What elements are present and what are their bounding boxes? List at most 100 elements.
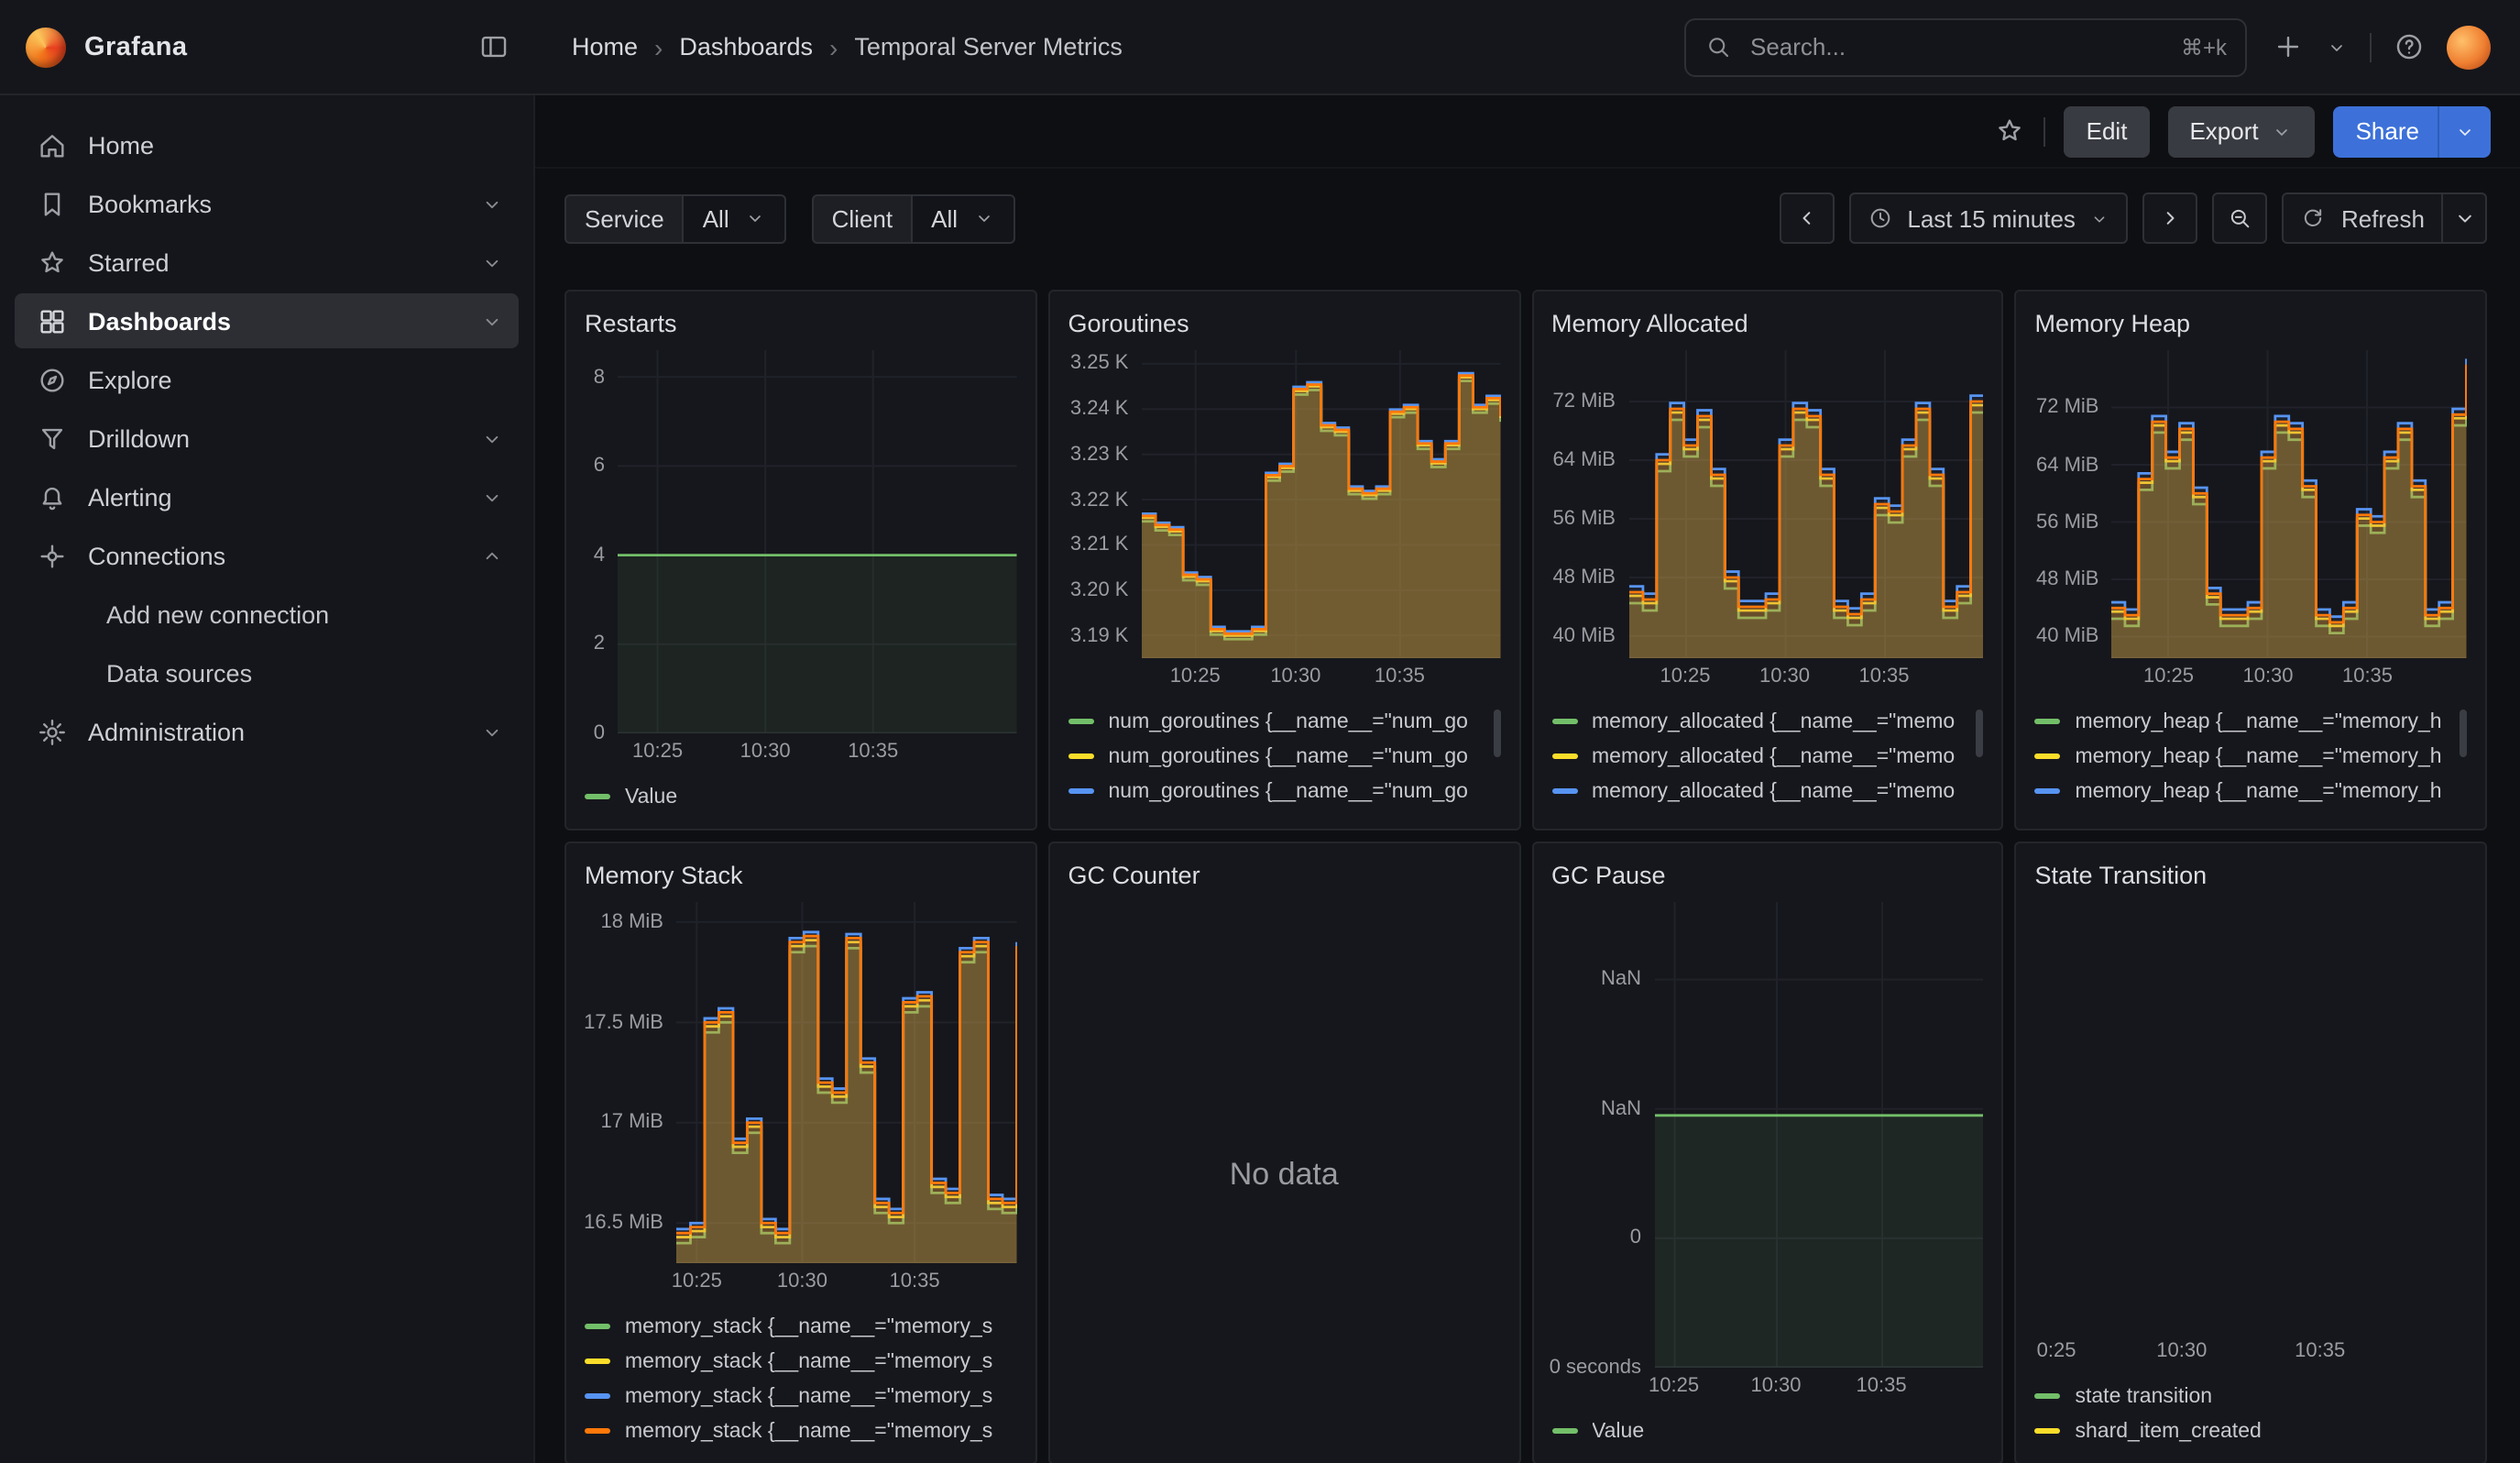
- y-tick-label: 56 MiB: [2036, 512, 2099, 534]
- panel-title: Restarts: [585, 309, 677, 336]
- sidebar-item-drilldown[interactable]: Drilldown: [15, 411, 519, 466]
- x-tick-label: 10:25: [1660, 666, 1710, 688]
- variable-client[interactable]: ClientAll: [812, 193, 1014, 243]
- y-tick-label: 3.20 K: [1070, 579, 1129, 601]
- y-tick-label: 3.24 K: [1070, 398, 1129, 420]
- plot-area[interactable]: [676, 902, 1017, 1263]
- legend-item[interactable]: memory_heap {__name__="memory_h: [2035, 774, 2468, 808]
- variable-label: Service: [564, 193, 683, 243]
- legend-item[interactable]: num_goroutines {__name__="num_go: [1068, 704, 1501, 739]
- panel-header[interactable]: GC Counter: [1068, 854, 1501, 895]
- plot-area[interactable]: [2112, 350, 2468, 658]
- plot-area[interactable]: [2035, 902, 2468, 1333]
- chevron-down-icon[interactable]: [480, 720, 504, 743]
- chevron-down-icon[interactable]: [2326, 36, 2348, 58]
- chevron-up-icon[interactable]: [480, 544, 504, 567]
- chevron-down-icon: [2272, 120, 2294, 142]
- panels-grid: Restarts0246810:2510:3010:35ValueGorouti…: [564, 290, 2487, 1463]
- x-axis: 10:2510:3010:35: [1142, 664, 1501, 697]
- zoom-out-icon[interactable]: [2213, 192, 2268, 244]
- chevron-down-icon[interactable]: [480, 485, 504, 509]
- legend-marker: [585, 794, 610, 799]
- panel-header[interactable]: Memory Heap: [2035, 302, 2468, 343]
- panel-header[interactable]: Memory Allocated: [1551, 302, 1984, 343]
- variable-service[interactable]: ServiceAll: [564, 193, 786, 243]
- legend-item[interactable]: memory_heap {__name__="memory_h: [2035, 704, 2468, 739]
- sidebar-item-connections[interactable]: Connections: [15, 528, 519, 583]
- y-tick-label: 40 MiB: [1553, 625, 1616, 647]
- panel-header[interactable]: State Transition: [2035, 854, 2468, 895]
- legend-item[interactable]: memory_stack {__name__="memory_s: [585, 1309, 1017, 1344]
- sidebar-toggle-icon[interactable]: [478, 31, 509, 62]
- legend-item[interactable]: memory_heap {__name__="memory_h: [2035, 808, 2468, 814]
- avatar[interactable]: [2447, 25, 2491, 69]
- breadcrumb-home[interactable]: Home: [572, 33, 638, 60]
- legend-item[interactable]: memory_allocated {__name__="memo: [1551, 704, 1984, 739]
- time-shift-forward-button[interactable]: [2143, 192, 2198, 244]
- sidebar-item-starred[interactable]: Starred: [15, 235, 519, 290]
- edit-button[interactable]: Edit: [2065, 105, 2150, 157]
- legend-item[interactable]: Value: [1551, 1414, 1984, 1448]
- plot-area[interactable]: [1654, 902, 1984, 1368]
- legend-item[interactable]: memory_stack {__name__="memory_s: [585, 1379, 1017, 1414]
- time-range-picker[interactable]: Last 15 minutes: [1848, 192, 2129, 244]
- search-box[interactable]: ⌘+k: [1684, 17, 2247, 76]
- sidebar-item-add-new-connection[interactable]: Add new connection: [15, 587, 519, 642]
- refresh-interval-chevron-icon[interactable]: [2443, 192, 2487, 244]
- legend-label: shard_item_created: [2076, 1420, 2262, 1442]
- refresh-button[interactable]: Refresh: [2283, 192, 2443, 244]
- favorite-star-icon[interactable]: [1995, 116, 2026, 147]
- legend-item[interactable]: state transition: [2035, 1379, 2468, 1414]
- export-button[interactable]: Export: [2167, 105, 2315, 157]
- plot-area[interactable]: [1142, 350, 1501, 658]
- legend-item[interactable]: memory_allocated {__name__="memo: [1551, 774, 1984, 808]
- legend-item[interactable]: memory_stack {__name__="memory_s: [585, 1344, 1017, 1379]
- new-item-icon[interactable]: [2273, 31, 2304, 62]
- panel-header[interactable]: Goroutines: [1068, 302, 1501, 343]
- share-menu-chevron-icon[interactable]: [2439, 105, 2491, 157]
- plot-area[interactable]: [618, 350, 1017, 733]
- chart-area: 0:2510:3010:35: [2035, 902, 2468, 1371]
- legend: state transition shard_item_created: [2035, 1379, 2468, 1448]
- x-tick-label: 10:30: [1270, 666, 1320, 688]
- variable-value-dropdown[interactable]: All: [911, 193, 1014, 243]
- y-axis: 16.5 MiB17 MiB17.5 MiB18 MiB: [585, 902, 676, 1263]
- cog-icon: [37, 716, 68, 747]
- panel-header[interactable]: Restarts: [585, 302, 1017, 343]
- legend-item[interactable]: memory_allocated {__name__="memo: [1551, 739, 1984, 774]
- sidebar-item-home[interactable]: Home: [15, 117, 519, 172]
- sidebar-item-data-sources[interactable]: Data sources: [15, 645, 519, 700]
- legend-item[interactable]: shard_item_created: [2035, 1414, 2468, 1448]
- panel-title: State Transition: [2035, 861, 2208, 888]
- time-shift-back-button[interactable]: [1779, 192, 1834, 244]
- legend-item[interactable]: memory_heap {__name__="memory_h: [2035, 739, 2468, 774]
- panel-gc-pause: GC Pause0 seconds0NaNNaN10:2510:3010:35V…: [1531, 842, 2004, 1463]
- legend-item[interactable]: memory_stack {__name__="memory_s: [585, 1414, 1017, 1448]
- legend-item[interactable]: memory_allocated {__name__="memo: [1551, 808, 1984, 814]
- help-icon[interactable]: [2394, 31, 2425, 62]
- sidebar-item-administration[interactable]: Administration: [15, 704, 519, 759]
- legend-item[interactable]: num_goroutines {__name__="num_go: [1068, 774, 1501, 808]
- grafana-logo-icon[interactable]: [26, 27, 66, 67]
- chart-area: 40 MiB48 MiB56 MiB64 MiB72 MiB10:2510:30…: [1551, 350, 1984, 697]
- panel-header[interactable]: Memory Stack: [585, 854, 1017, 895]
- variable-value-dropdown[interactable]: All: [683, 193, 786, 243]
- chevron-down-icon[interactable]: [480, 426, 504, 450]
- sidebar-item-dashboards[interactable]: Dashboards: [15, 293, 519, 348]
- variable-value: All: [931, 204, 958, 232]
- legend-item[interactable]: Value: [585, 779, 1017, 814]
- sidebar-item-alerting[interactable]: Alerting: [15, 469, 519, 524]
- legend-item[interactable]: num_goroutines {__name__="num_go: [1068, 739, 1501, 774]
- plot-area[interactable]: [1628, 350, 1984, 658]
- breadcrumb-dashboards[interactable]: Dashboards: [679, 33, 813, 60]
- sidebar-item-explore[interactable]: Explore: [15, 352, 519, 407]
- legend-item[interactable]: num_goroutines {__name__="num_go: [1068, 808, 1501, 814]
- breadcrumb-current: Temporal Server Metrics: [854, 33, 1123, 60]
- share-button[interactable]: Share: [2334, 105, 2491, 157]
- chevron-down-icon[interactable]: [480, 309, 504, 333]
- chevron-down-icon[interactable]: [480, 192, 504, 215]
- panel-header[interactable]: GC Pause: [1551, 854, 1984, 895]
- sidebar-item-bookmarks[interactable]: Bookmarks: [15, 176, 519, 231]
- chevron-down-icon[interactable]: [480, 250, 504, 274]
- search-input[interactable]: [1747, 31, 2166, 62]
